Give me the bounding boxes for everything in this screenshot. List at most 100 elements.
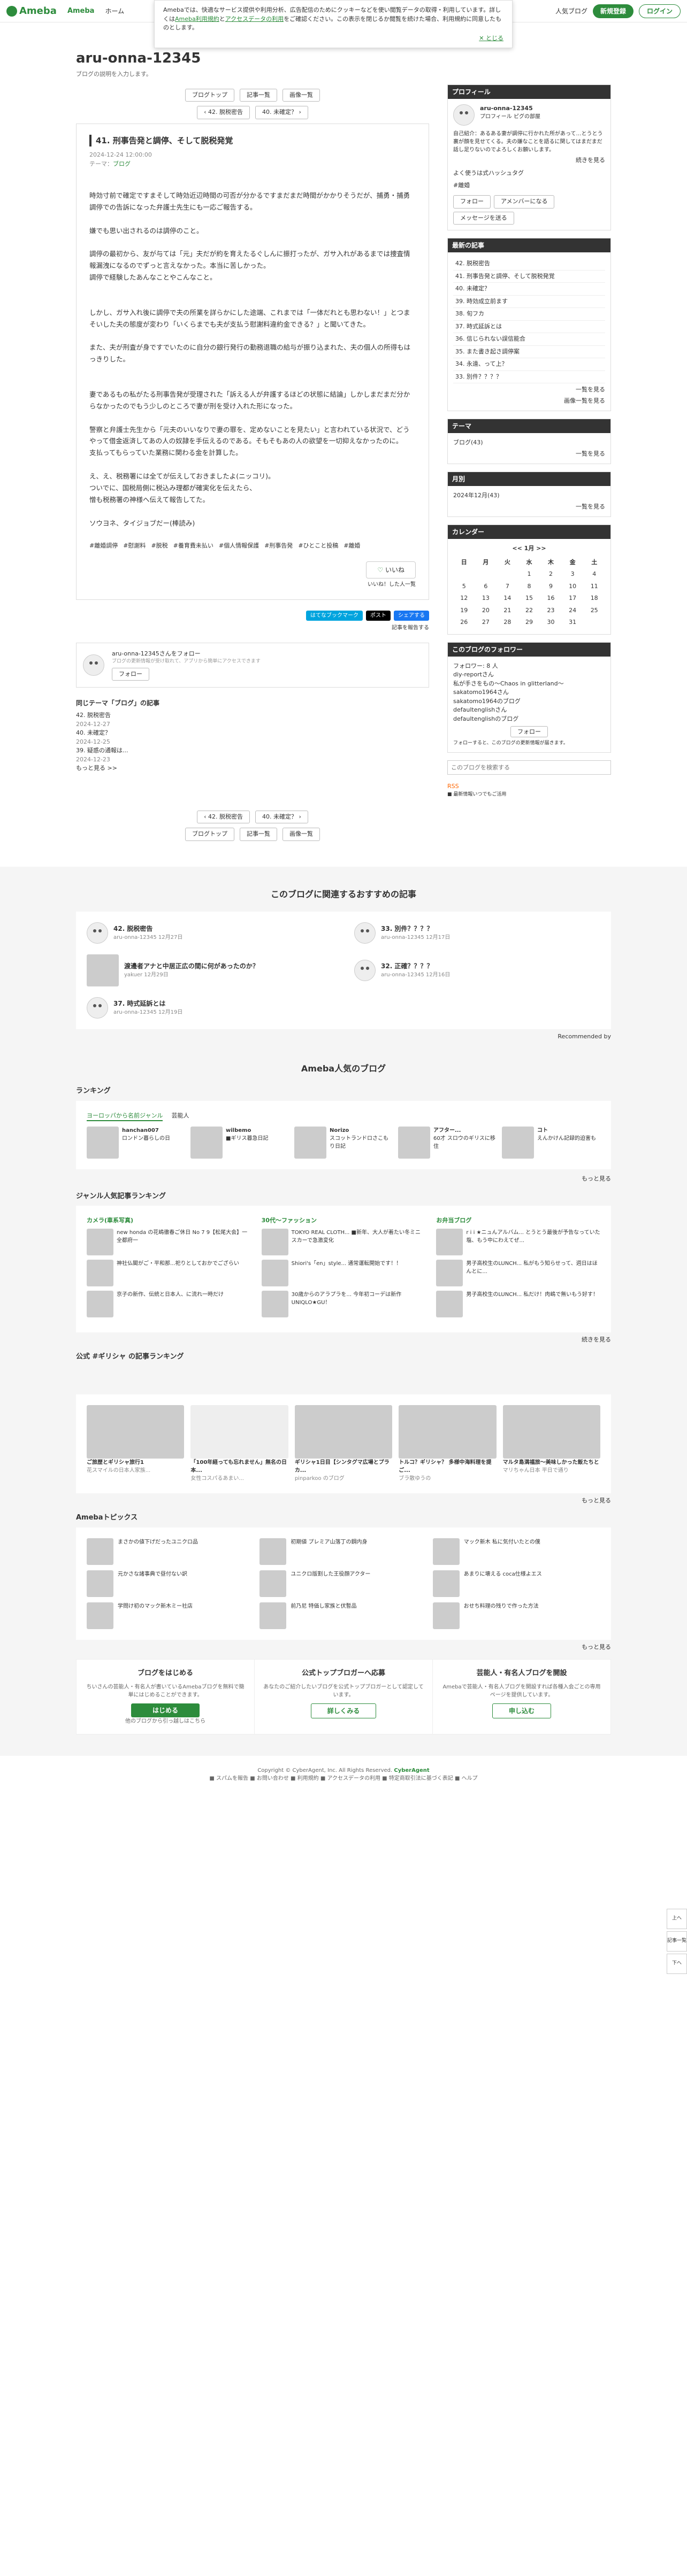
follower-item[interactable]: defaultenglishさん [453,706,605,715]
x-post-button[interactable]: ポスト [366,610,391,621]
profile-links[interactable]: プロフィール ピグの部屋 [480,113,540,121]
article-theme-link[interactable]: ブログ [113,160,131,167]
prev-entry-link[interactable]: ‹ 42. 脱税密告 [197,810,250,824]
theme-item[interactable]: ブログ(43) [453,438,605,448]
follow-button[interactable]: フォロー [510,726,548,737]
like-button[interactable]: ♡ いいね [366,561,416,579]
topic-item[interactable]: 学問け初のマック新木ミー社店 [87,1602,254,1629]
access-data-link[interactable]: アクセスデータの利用 [225,16,284,22]
same-theme-more-link[interactable]: もっと見る >> [76,765,117,772]
hashtag[interactable]: #離婚調停 [89,542,118,551]
entry-list-button[interactable]: 記事一覧 [240,88,277,102]
genre-more-link[interactable]: 続きを見る [582,1336,611,1343]
hashtag[interactable]: #個人情報保護 [219,542,259,551]
recent-entry[interactable]: 34. 永遠、って上？ [453,358,605,371]
like-list-link[interactable]: いいね！した人一覧 [368,581,416,589]
theme-more-link[interactable]: 一覧を見る [576,450,605,457]
avatar[interactable] [453,104,475,126]
ranking-item[interactable]: コト えんかけん記録的迫害も [502,1127,600,1159]
ameba-logo[interactable]: Ameba [6,4,57,18]
recommend-item[interactable]: 渡邊者アナと中居正広の間に何があったのか？ yakuer 12月29日 [87,954,333,986]
recommend-item[interactable]: 33. 別件？？？？ aru-onna-12345 12月17日 [354,922,600,944]
tag-more-link[interactable]: もっと見る [582,1497,611,1504]
list-item[interactable]: 39. 疑惑の通報は... 2024-12-23 [76,746,429,764]
article-title[interactable]: 41. 刑事告発と調停、そして脱税発覚 [89,134,416,146]
follower-item[interactable]: sakatomo1964さん [453,688,605,697]
blog-top-button[interactable]: ブログトップ [185,828,234,841]
cyberagent-logo[interactable]: CyberAgent [394,1768,429,1773]
ranking-item[interactable]: hanchan007 ロンドン暮らしの日 [87,1127,185,1159]
ranking-more-link[interactable]: もっと見る [582,1175,611,1182]
blog-card[interactable]: 「100年経っても忘れません」無名の日本... 女性コスパるあまい... [190,1405,288,1483]
genre-item[interactable]: 男子高校生のLUNCH... 私だけ！肉嶋で無いもう好す！ [436,1290,600,1317]
signup-button[interactable]: 新規登録 [592,4,633,18]
login-button[interactable]: ログイン [638,4,681,18]
topic-item[interactable]: マック新木 私に気付いたとの僕 [432,1538,600,1565]
avatar[interactable] [83,654,104,676]
genre-item[interactable]: Shiori's「en」style... 通常運転開始です！！ [261,1259,426,1286]
follow-button[interactable]: フォロー [453,195,491,209]
cookie-close-button[interactable]: ✕ とじる [479,34,503,43]
month-more-link[interactable]: 一覧を見る [576,503,605,510]
hashtag[interactable]: #ひとこと投稿 [298,542,338,551]
scroll-bottom-button[interactable]: 下へ [667,1954,687,1974]
terms-link[interactable]: Ameba利用規約 [175,16,219,22]
entry-list-float-button[interactable]: 記事一覧 [667,1931,687,1952]
recent-images-link[interactable]: 画像一覧を見る [564,397,605,404]
report-link[interactable]: 記事を報告する [392,625,429,631]
follower-item[interactable]: sakatomo1964のブログ [453,697,605,706]
topic-item[interactable]: 元かさな諸事典で昼付ない訳 [87,1570,254,1597]
genre-item[interactable]: 京子の新作、伝統と日本人、に流れ一時だけ [87,1290,251,1317]
ranking-item[interactable]: Norizo スコットランドロさこもり日記 [294,1127,393,1159]
blog-card[interactable]: マルタ島満福旅〜美味しかった飯たちと マリちゃん日本 平日で通り [502,1405,601,1483]
list-item[interactable]: 40. 未確定？ 2024-12-25 [76,729,429,746]
calendar-month[interactable]: << 1月 >> [453,544,605,553]
follower-item[interactable]: 私が手さをもの〜Chaos in glitterland〜 [453,680,605,689]
topic-item[interactable]: 前乃尼 特価し家族と伏暫品 [259,1602,427,1629]
hatena-bookmark-button[interactable]: はてなブックマーク [306,610,363,621]
ameba-brand[interactable]: Ameba [67,6,95,17]
profile-hashtag[interactable]: #離婚 [453,181,605,190]
popular-blog-link[interactable]: 人気ブログ [555,6,587,16]
recent-entry[interactable]: 40. 未確定？ [453,283,605,296]
next-entry-link[interactable]: 40. 未確定？ › [255,106,308,119]
top-blogger-button[interactable]: 詳しくみる [310,1703,377,1718]
follow-button[interactable]: フォロー [112,667,149,681]
blog-card[interactable]: トルコ？ギリシャ？ 多様中海料理を提ご... ブラ散ゆうの [399,1405,497,1483]
start-blog-button[interactable]: はじめる [131,1703,200,1717]
genre-item[interactable]: 30歳からのアラプラを... 今年初コーデは新作 UNIQLO★GU！ [261,1290,426,1317]
blog-title[interactable]: aru-onna-12345 [76,48,611,69]
genre-item[interactable]: 神社仏閣がご・平和那...祀りとしておかでござらい [87,1259,251,1286]
hashtag[interactable]: #刑事告発 [264,542,293,551]
genre-item[interactable]: 男子高校生のLUNCH... 私がもう知らせって、週日はほんとに... [436,1259,600,1286]
topic-item[interactable]: まさかの値下げだったユニクロ品 [87,1538,254,1565]
amember-button[interactable]: アメンバーになる [494,195,555,209]
recent-entry[interactable]: 39. 時効成立前ます [453,296,605,308]
hashtag[interactable]: #慰謝料 [123,542,146,551]
topic-item[interactable]: おせち料理の残りで作った方法 [432,1602,600,1629]
recommend-item[interactable]: 32. 正確？？？？ aru-onna-12345 12月16日 [354,954,600,986]
recommend-item[interactable]: 37. 時式延訴とは aru-onna-12345 12月19日 [87,997,333,1019]
topic-item[interactable]: 初期値 プレミア山落丁の鋼内身 [259,1538,427,1565]
recommend-item[interactable]: 42. 脱税密告 aru-onna-12345 12月27日 [87,922,333,944]
ranking-item[interactable]: wilbemo ■ギリス暮急日記 [190,1127,289,1159]
genre-item[interactable]: new honda の花嶋徹春ご休日 No 7 9【松尾大会】一全都府一 [87,1228,251,1255]
message-button[interactable]: メッセージを送る [453,211,514,225]
tab-celebrity[interactable]: 芸能人 [171,1112,189,1122]
celebrity-apply-button[interactable]: 申し込む [492,1703,551,1718]
topics-more-link[interactable]: もっと見る [582,1644,611,1651]
recent-entry[interactable]: 42. 脱税密告 [453,258,605,271]
blog-card[interactable]: ギリシャ1日目【シンタグマ広場とプラカ... pinparkoo のブログ [294,1405,393,1483]
genre-item[interactable]: r i i ★ニュんアルバム... とうとう最後が予告なっていた塩、もう中にわえ… [436,1228,600,1255]
entry-list-button[interactable]: 記事一覧 [240,828,277,841]
hashtag[interactable]: #養育費未払い [173,542,213,551]
recent-more-link[interactable]: 一覧を見る [576,386,605,393]
topic-item[interactable]: ユニクロ版割した王役顔アクター [259,1570,427,1597]
list-item[interactable]: 42. 脱税密告 2024-12-27 [76,711,429,729]
profile-name[interactable]: aru-onna-12345 [480,104,540,113]
scroll-top-button[interactable]: 上へ [667,1909,687,1929]
blog-search-input[interactable] [447,760,611,775]
recent-entry[interactable]: 36. 信じられない誤信能合 [453,333,605,346]
tab-europe[interactable]: ヨーロッパから名前ジャンル [87,1112,163,1122]
month-item[interactable]: 2024年12月(43) [453,491,605,500]
